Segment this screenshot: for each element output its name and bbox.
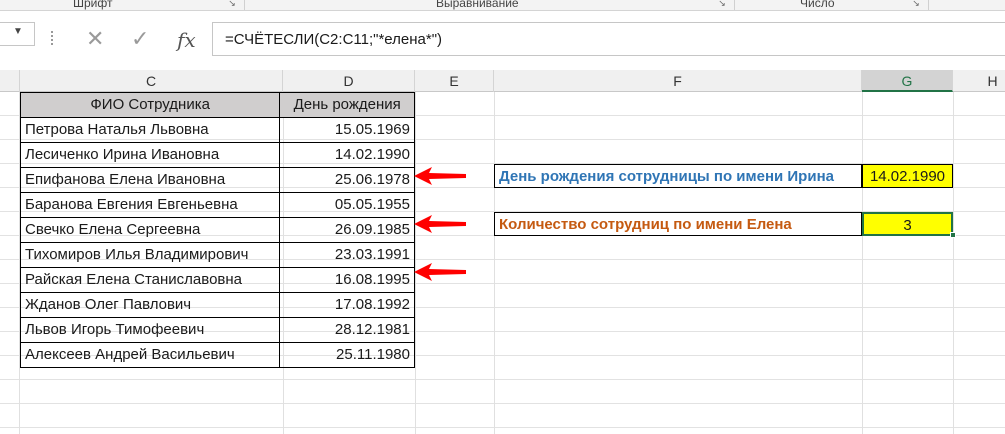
column-header-partial[interactable] [0, 70, 20, 92]
column-header-g[interactable]: G [862, 70, 953, 92]
employee-name-cell[interactable]: Лесиченко Ирина Ивановна [21, 143, 281, 168]
employee-name-cell[interactable]: Жданов Олег Павлович [21, 293, 281, 318]
table-row: Тихомиров Илья Владимирович 23.03.1991 [21, 243, 415, 268]
font-dialog-launcher-icon[interactable]: ↘ [227, 0, 237, 8]
ribbon-separator [244, 0, 245, 10]
birthday-cell[interactable]: 15.05.1969 [280, 118, 415, 143]
red-arrow-icon [414, 215, 466, 233]
table-header-row: ФИО Сотрудника День рождения [21, 93, 415, 118]
header-employee-name[interactable]: ФИО Сотрудника [21, 93, 281, 118]
column-header-f[interactable]: F [494, 70, 862, 92]
ribbon-group-alignment: Выравнивание [436, 0, 519, 10]
table-row: Епифанова Елена Ивановна 25.06.1978 [21, 168, 415, 193]
birthday-cell[interactable]: 23.03.1991 [280, 243, 415, 268]
column-header-h[interactable]: H [953, 70, 1005, 92]
birthday-cell[interactable]: 14.02.1990 [280, 143, 415, 168]
red-arrow-icon [414, 263, 466, 281]
irina-birthday-value[interactable]: 14.02.1990 [862, 164, 953, 188]
fill-handle[interactable] [950, 232, 956, 238]
cancel-formula-icon[interactable]: ✕ [86, 28, 104, 50]
insert-function-icon[interactable]: fx [177, 28, 196, 52]
column-header-e[interactable]: E [415, 70, 494, 92]
table-row: Петрова Наталья Львовна 15.05.1969 [21, 118, 415, 143]
grip-dots-icon [51, 31, 53, 47]
table-row: Алексеев Андрей Васильевич 25.11.1980 [21, 343, 415, 368]
employee-name-cell[interactable]: Баранова Евгения Евгеньевна [21, 193, 281, 218]
employee-name-cell[interactable]: Петрова Наталья Львовна [21, 118, 281, 143]
birthday-cell[interactable]: 05.05.1955 [280, 193, 415, 218]
employee-name-cell[interactable]: Львов Игорь Тимофеевич [21, 318, 281, 343]
red-arrow-icon [414, 167, 466, 185]
employee-name-cell[interactable]: Алексеев Андрей Васильевич [21, 343, 281, 368]
grid-line [953, 92, 954, 434]
grid-line [862, 92, 863, 434]
elena-count-label[interactable]: Количество сотрудниц по имени Елена [494, 212, 862, 236]
birthday-cell[interactable]: 25.11.1980 [280, 343, 415, 368]
birthday-cell[interactable]: 16.08.1995 [280, 268, 415, 293]
table-row: Жданов Олег Павлович 17.08.1992 [21, 293, 415, 318]
ribbon-group-number: Число [800, 0, 835, 10]
alignment-dialog-launcher-icon[interactable]: ↘ [717, 0, 727, 8]
ribbon-separator [928, 0, 929, 10]
table-row: Лесиченко Ирина Ивановна 14.02.1990 [21, 143, 415, 168]
chevron-down-icon[interactable]: ▼ [13, 26, 23, 37]
enter-formula-icon[interactable]: ✓ [131, 28, 149, 50]
birthday-cell[interactable]: 25.06.1978 [280, 168, 415, 193]
employee-name-cell[interactable]: Епифанова Елена Ивановна [21, 168, 281, 193]
ribbon-group-font: Шрифт [73, 0, 113, 10]
employee-name-cell[interactable]: Райская Елена Станиславовна [21, 268, 281, 293]
column-header-d[interactable]: D [283, 70, 415, 92]
header-birthday[interactable]: День рождения [280, 93, 415, 118]
employee-table: ФИО Сотрудника День рождения Петрова Нат… [20, 92, 415, 368]
table-row: Райская Елена Станиславовна 16.08.1995 [21, 268, 415, 293]
table-row: Свечко Елена Сергеевна 26.09.1985 [21, 218, 415, 243]
column-header-c[interactable]: C [20, 70, 283, 92]
ribbon-separator [734, 0, 735, 10]
birthday-cell[interactable]: 28.12.1981 [280, 318, 415, 343]
irina-birthday-label[interactable]: День рождения сотрудницы по имени Ирина [494, 164, 862, 188]
employee-name-cell[interactable]: Тихомиров Илья Владимирович [21, 243, 281, 268]
table-row: Баранова Евгения Евгеньевна 05.05.1955 [21, 193, 415, 218]
table-row: Львов Игорь Тимофеевич 28.12.1981 [21, 318, 415, 343]
grid-line [494, 92, 495, 434]
birthday-cell[interactable]: 26.09.1985 [280, 218, 415, 243]
elena-count-value-active-cell[interactable]: 3 [862, 212, 953, 236]
employee-name-cell[interactable]: Свечко Елена Сергеевна [21, 218, 281, 243]
number-dialog-launcher-icon[interactable]: ↘ [911, 0, 921, 8]
formula-input[interactable]: =СЧЁТЕСЛИ(C2:C11;"*елена*") [212, 22, 1005, 56]
birthday-cell[interactable]: 17.08.1992 [280, 293, 415, 318]
